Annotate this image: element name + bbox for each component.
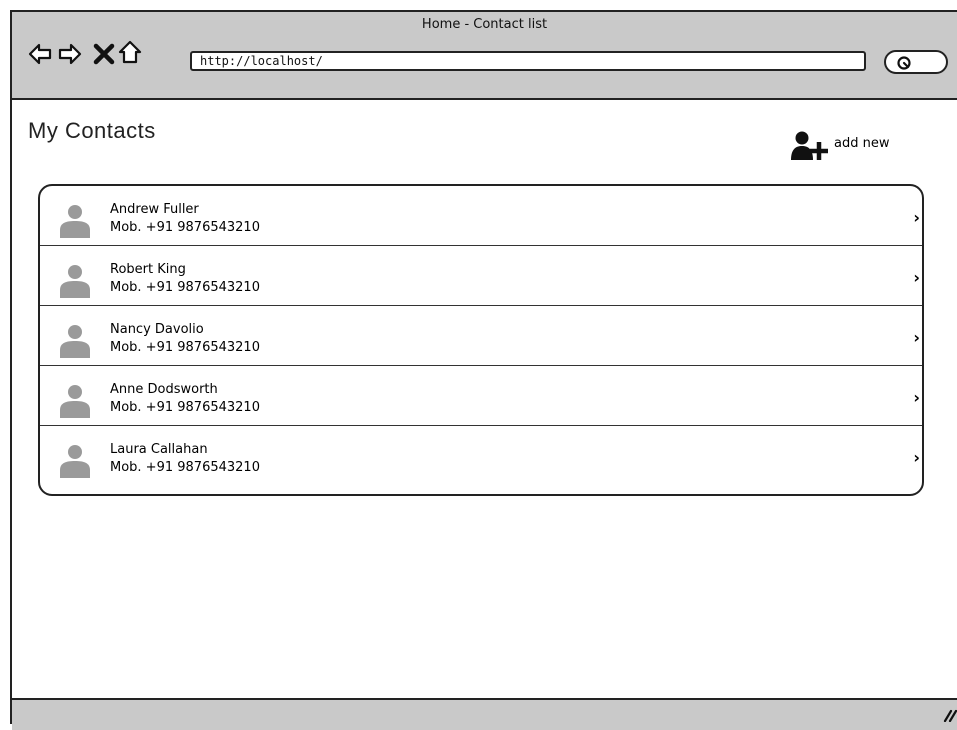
stop-x-icon[interactable] — [92, 42, 115, 66]
contact-name: Anne Dodsworth — [110, 382, 218, 397]
contact-list: Andrew Fuller Mob. +91 9876543210 › Robert … — [38, 184, 924, 496]
contact-phone: Mob. +91 9876543210 — [110, 460, 260, 475]
status-bar — [12, 698, 957, 730]
chevron-right-icon[interactable]: › — [913, 268, 920, 287]
contact-phone: Mob. +91 9876543210 — [110, 400, 260, 415]
add-new-button[interactable]: add new — [790, 130, 889, 162]
search-button[interactable] — [884, 50, 948, 74]
avatar-icon — [60, 324, 90, 358]
avatar-icon — [60, 444, 90, 478]
contact-row[interactable]: Robert King Mob. +91 9876543210 › — [40, 246, 922, 306]
chevron-right-icon[interactable]: › — [913, 388, 920, 407]
contact-phone: Mob. +91 9876543210 — [110, 280, 260, 295]
avatar-icon — [60, 204, 90, 238]
contact-phone: Mob. +91 9876543210 — [110, 220, 260, 235]
avatar-icon — [60, 264, 90, 298]
browser-window: Home - Contact list http://localhost/ My… — [10, 10, 957, 730]
chevron-right-icon[interactable]: › — [913, 448, 920, 467]
add-user-icon — [791, 131, 828, 160]
contact-name: Laura Callahan — [110, 442, 208, 457]
home-icon[interactable] — [118, 40, 142, 64]
contact-row[interactable]: Laura Callahan Mob. +91 9876543210 › — [40, 426, 922, 486]
contact-row[interactable]: Nancy Davolio Mob. +91 9876543210 › — [40, 306, 922, 366]
contact-name: Robert King — [110, 262, 186, 277]
contact-row[interactable]: Anne Dodsworth Mob. +91 9876543210 › — [40, 366, 922, 426]
url-input[interactable]: http://localhost/ — [190, 51, 866, 71]
back-arrow-icon[interactable] — [28, 42, 52, 66]
window-title: Home - Contact list — [421, 17, 548, 32]
avatar-icon — [60, 384, 90, 418]
browser-chrome: Home - Contact list http://localhost/ — [12, 12, 957, 100]
contact-phone: Mob. +91 9876543210 — [110, 340, 260, 355]
search-icon — [897, 56, 911, 70]
add-new-label: add new — [834, 135, 890, 151]
contact-name: Andrew Fuller — [110, 202, 199, 217]
chevron-right-icon[interactable]: › — [913, 328, 920, 347]
page-title: My Contacts — [28, 118, 156, 143]
chevron-right-icon[interactable]: › — [913, 208, 920, 227]
resize-grip-icon[interactable] — [943, 708, 957, 722]
forward-arrow-icon[interactable] — [58, 42, 82, 66]
contact-row[interactable]: Andrew Fuller Mob. +91 9876543210 › — [40, 186, 922, 246]
contact-name: Nancy Davolio — [110, 322, 204, 337]
